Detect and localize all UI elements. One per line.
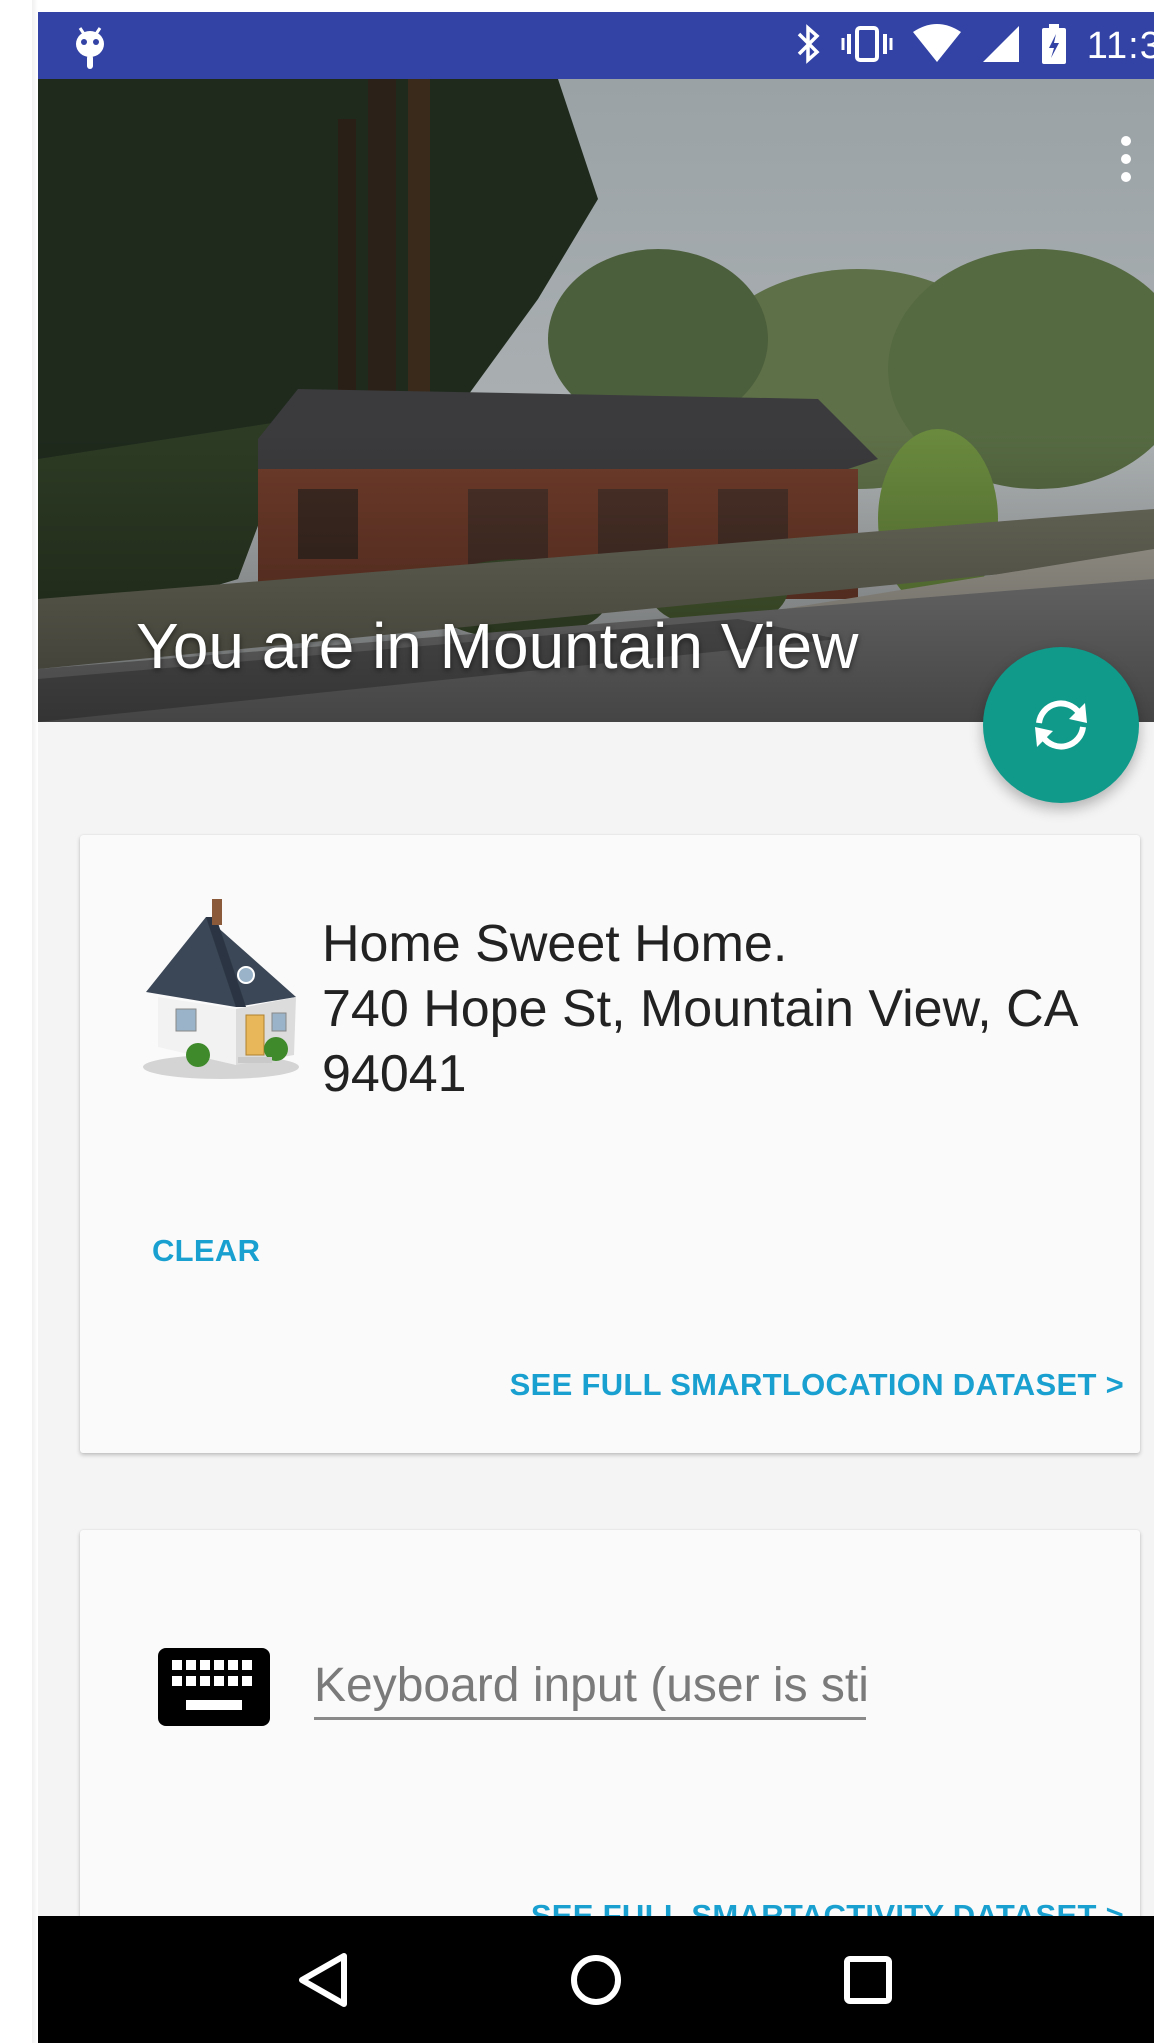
back-button[interactable] <box>284 1940 364 2020</box>
status-bar: 11:39 <box>38 12 1154 79</box>
status-time: 11:39 <box>1086 24 1154 67</box>
recents-button[interactable] <box>828 1940 908 2020</box>
cell-signal-icon <box>981 22 1021 71</box>
overflow-menu-button[interactable] <box>1098 127 1154 191</box>
place-name: Home Sweet Home. <box>322 915 788 973</box>
keyboard-icon <box>158 1648 270 1726</box>
back-triangle-icon <box>299 1952 347 2007</box>
clear-button[interactable]: CLEAR <box>152 1233 260 1269</box>
refresh-fab[interactable] <box>983 647 1139 803</box>
page-margin-top <box>0 0 1154 12</box>
hero-header: You are in Mountain View <box>38 79 1154 722</box>
see-smartlocation-dataset-link[interactable]: SEE FULL SMARTLOCATION DATASET > <box>510 1367 1124 1403</box>
sync-icon <box>1035 700 1087 750</box>
system-nav-bar <box>38 1916 1154 2043</box>
more-vert-icon <box>1121 136 1131 146</box>
keyboard-input-field[interactable] <box>314 1660 866 1720</box>
bluetooth-icon <box>793 22 823 71</box>
status-icons: 11:39 <box>793 22 1154 70</box>
home-circle-icon <box>571 1954 621 2005</box>
battery-charging-icon <box>1039 22 1069 71</box>
home-icon <box>136 897 306 1083</box>
recents-square-icon <box>844 1955 892 2004</box>
app-screen: 11:39 <box>38 12 1154 2043</box>
wifi-icon <box>911 22 963 71</box>
smartlocation-card: Home Sweet Home. 740 Hope St, Mountain V… <box>80 835 1140 1453</box>
address-line-2: 94041 <box>322 1045 467 1103</box>
home-button[interactable] <box>556 1940 636 2020</box>
android-debug-icon <box>68 22 112 70</box>
hero-title: You are in Mountain View <box>136 610 859 682</box>
location-description: Home Sweet Home. 740 Hope St, Mountain V… <box>322 912 1102 1107</box>
more-vert-icon-dot <box>1121 172 1131 182</box>
address-line-1: 740 Hope St, Mountain View, CA <box>322 980 1079 1038</box>
more-vert-icon-dot <box>1121 154 1131 164</box>
vibrate-icon <box>841 22 893 71</box>
